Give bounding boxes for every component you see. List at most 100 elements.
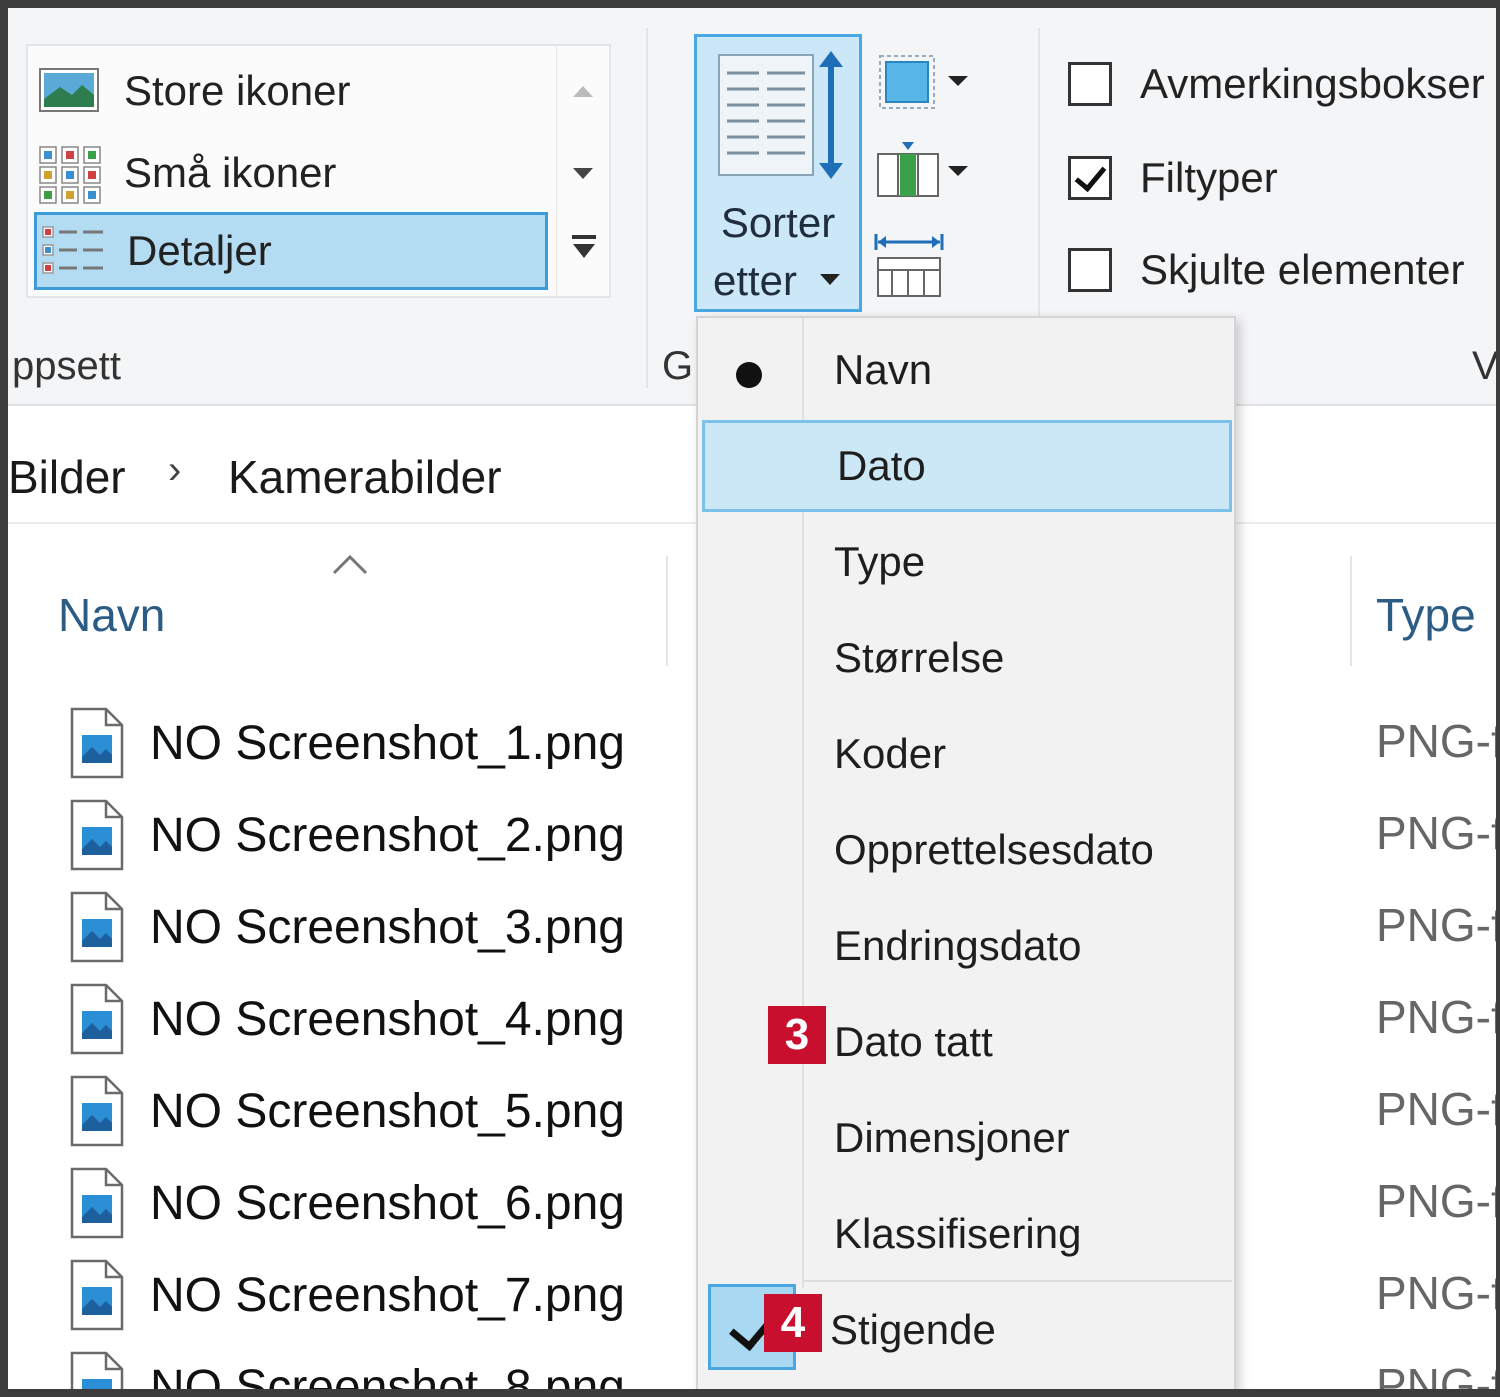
sort-by-icon: [717, 49, 847, 194]
menu-item-label: Navn: [834, 346, 933, 393]
menu-item-dimensjoner[interactable]: Dimensjoner: [698, 1092, 1234, 1184]
file-row[interactable]: NO Screenshot_6.png: [68, 1158, 688, 1248]
file-name: NO Screenshot_6.png: [150, 1176, 625, 1230]
details-icon: [41, 223, 105, 279]
hidden-items-toggle[interactable]: Skjulte elementer: [1068, 240, 1465, 300]
explorer-window: Store ikoner Små ikoner Detaljer ppsett …: [0, 0, 1500, 1397]
file-row[interactable]: NO Screenshot_2.png: [68, 790, 688, 880]
file-row[interactable]: NO Screenshot_5.png: [68, 1066, 688, 1156]
file-extensions-label: Filtyper: [1140, 154, 1278, 201]
menu-item-label: Dato tatt: [834, 1018, 993, 1065]
file-type: PNG-f: [1376, 715, 1500, 767]
column-divider[interactable]: [666, 556, 668, 666]
group-by-icon: [874, 55, 984, 120]
image-file-icon: [68, 799, 126, 871]
gallery-scroll-up-icon[interactable]: [571, 80, 595, 100]
file-name: NO Screenshot_4.png: [150, 992, 625, 1046]
gallery-scroll-down-icon[interactable]: [571, 162, 595, 182]
file-name: NO Screenshot_2.png: [150, 808, 625, 862]
image-file-icon: [68, 1167, 126, 1239]
breadcrumb-camera-roll[interactable]: Kamerabilder: [228, 450, 502, 504]
sort-by-dropdown-icon: [819, 273, 841, 292]
breadcrumb-separator-icon[interactable]: ›: [168, 448, 181, 493]
file-name: NO Screenshot_7.png: [150, 1268, 625, 1322]
file-name: NO Screenshot_3.png: [150, 900, 625, 954]
menu-item-type[interactable]: Type: [698, 516, 1234, 608]
image-file-icon: [68, 707, 126, 779]
file-extensions-checkbox[interactable]: [1068, 156, 1112, 200]
file-row[interactable]: NO Screenshot_4.png: [68, 974, 688, 1064]
menu-separator: [804, 1280, 1232, 1282]
column-header-name[interactable]: Navn: [58, 588, 165, 642]
item-checkboxes-toggle[interactable]: Avmerkingsbokser: [1068, 54, 1485, 114]
image-file-icon: [68, 1259, 126, 1331]
add-columns-button[interactable]: [874, 140, 984, 204]
layout-large-icons[interactable]: Store ikoner: [34, 52, 548, 130]
gallery-scroller: [556, 46, 608, 296]
item-checkboxes-checkbox[interactable]: [1068, 62, 1112, 106]
ribbon-divider: [646, 28, 648, 388]
menu-item-label: Dimensjoner: [834, 1114, 1070, 1161]
menu-item-label: Dato: [837, 442, 926, 489]
layout-gallery: Store ikoner Små ikoner Detaljer: [26, 44, 611, 298]
image-file-icon: [68, 1351, 126, 1389]
menu-item-ascending-label: Stigende: [830, 1306, 996, 1353]
menu-item-opprettelsesdato[interactable]: Opprettelsesdato: [698, 804, 1234, 896]
column-header-type[interactable]: Type: [1376, 588, 1476, 642]
menu-item-koder[interactable]: Koder: [698, 708, 1234, 800]
image-file-icon: [68, 891, 126, 963]
layout-details-label: Detaljer: [127, 227, 272, 274]
sort-by-button[interactable]: Sorter etter: [694, 34, 862, 312]
menu-item-klassifisering[interactable]: Klassifisering: [698, 1188, 1234, 1280]
file-type: PNG-f: [1376, 1359, 1500, 1397]
menu-item-label: Koder: [834, 730, 947, 777]
menu-item-label: Klassifisering: [834, 1210, 1082, 1257]
small-icons-icon: [38, 145, 102, 204]
layout-small-icons[interactable]: Små ikoner: [34, 134, 548, 212]
image-file-icon: [68, 983, 126, 1055]
large-icons-icon: [38, 63, 102, 119]
radio-bullet-icon: [736, 362, 762, 388]
file-type: PNG-f: [1376, 991, 1500, 1043]
file-name: NO Screenshot_8.png: [150, 1360, 625, 1397]
sort-by-label-line1: Sorter: [720, 199, 836, 246]
sort-by-label-line2: etter: [712, 257, 798, 304]
image-file-icon: [68, 1075, 126, 1147]
sort-by-menu: Navn Dato Type Størrelse Koder Opprettelsesda…: [696, 316, 1236, 1389]
hidden-items-label: Skjulte elementer: [1140, 246, 1465, 293]
layout-details[interactable]: Detaljer: [34, 212, 548, 290]
menu-item-label: Størrelse: [834, 634, 1005, 681]
fit-columns-icon: [874, 234, 984, 304]
file-row[interactable]: NO Screenshot_7.png: [68, 1250, 688, 1340]
file-extensions-toggle[interactable]: Filtyper: [1068, 148, 1278, 208]
hidden-items-checkbox[interactable]: [1068, 248, 1112, 292]
group-label-current-view: G: [662, 344, 694, 388]
file-name: NO Screenshot_1.png: [150, 716, 625, 770]
group-by-button[interactable]: [874, 52, 984, 116]
gallery-expand-icon[interactable]: [571, 234, 596, 258]
menu-item-label: Opprettelsesdato: [834, 826, 1154, 873]
file-row[interactable]: NO Screenshot_1.png: [68, 698, 688, 788]
file-type: PNG-f: [1376, 899, 1500, 951]
file-row[interactable]: NO Screenshot_8.png: [68, 1342, 688, 1397]
fit-columns-button[interactable]: [874, 230, 984, 297]
item-checkboxes-label: Avmerkingsbokser: [1140, 60, 1485, 107]
menu-item-label: Type: [834, 538, 926, 585]
menu-item-navn[interactable]: Navn: [698, 324, 1234, 416]
breadcrumb-pictures[interactable]: Bilder: [8, 450, 126, 504]
column-divider[interactable]: [1350, 556, 1352, 666]
add-columns-icon: [874, 142, 984, 208]
menu-item-st-rrelse[interactable]: Størrelse: [698, 612, 1234, 704]
file-type: PNG-f: [1376, 1175, 1500, 1227]
step-badge-4: 4: [764, 1294, 822, 1352]
file-type: PNG-f: [1376, 807, 1500, 859]
step-badge-3: 3: [768, 1006, 826, 1064]
menu-item-label: Endringsdato: [834, 922, 1082, 969]
layout-small-icons-label: Små ikoner: [124, 149, 337, 196]
file-name: NO Screenshot_5.png: [150, 1084, 625, 1138]
file-row[interactable]: NO Screenshot_3.png: [68, 882, 688, 972]
menu-item-endringsdato[interactable]: Endringsdato: [698, 900, 1234, 992]
menu-item-dato[interactable]: Dato: [702, 420, 1232, 512]
file-type: PNG-f: [1376, 1083, 1500, 1135]
group-label-layout: ppsett: [12, 344, 121, 388]
